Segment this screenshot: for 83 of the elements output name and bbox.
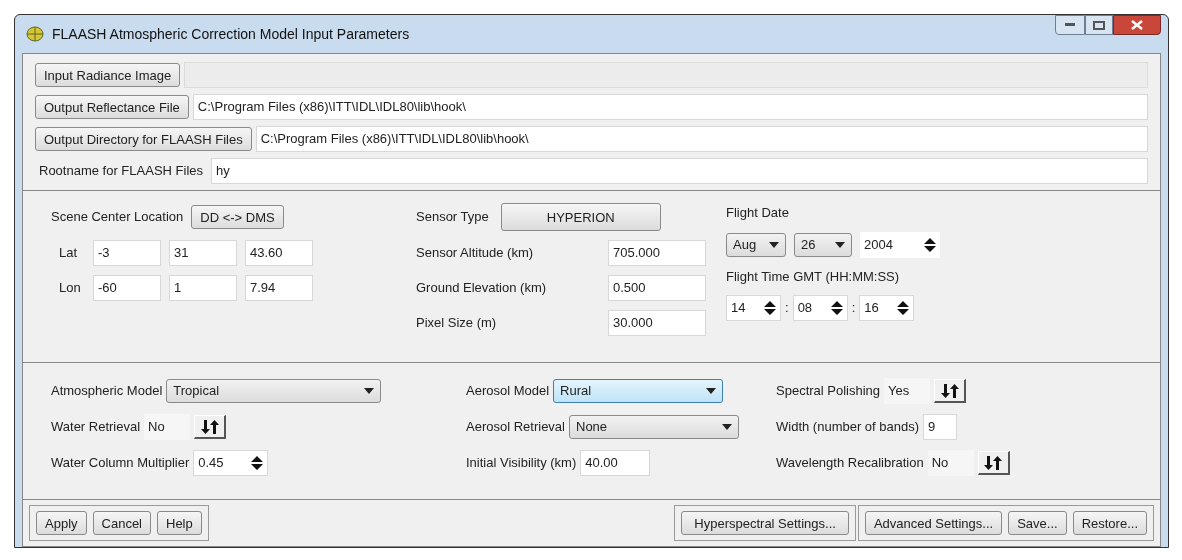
time-spinner[interactable]: 08 [792,295,848,321]
close-icon [1131,20,1143,30]
toggle-button[interactable] [977,451,1010,475]
action-button[interactable]: Cancel [92,511,151,535]
input-field[interactable]: 9 [923,414,958,440]
section-label: Flight Time GMT (HH:MM:SS) [726,267,901,286]
field-label: Pixel Size (m) [416,314,497,333]
field-label: Water Column Multiplier [51,454,190,473]
spinner-arrows-icon[interactable] [924,237,936,252]
minimize-button[interactable] [1055,15,1085,35]
coordinate-field[interactable]: 43.60 [245,240,313,266]
action-button[interactable]: Restore... [1072,511,1147,535]
year-spinner[interactable]: 2004 [860,231,940,258]
caret-icon [835,241,845,248]
input-field[interactable]: 40.00 [580,450,651,476]
field-label: Wavelength Recalibration [776,454,924,473]
field-label: Spectral Polishing [776,382,881,401]
field-label: Atmospheric Model [51,382,163,401]
field-label: Initial Visibility (km) [466,454,577,473]
format-toggle-button[interactable]: DD <-> DMS [191,205,284,229]
globe-icon [26,26,44,42]
caret-icon [769,241,779,248]
month-dropdown[interactable]: Aug [726,232,786,257]
field-label: Width (number of bands) [776,418,920,437]
time-separator: : [785,299,789,318]
path-field[interactable]: hy [211,158,1148,184]
dropdown[interactable]: Rural [553,379,724,403]
action-button[interactable]: Advanced Settings... [864,511,1003,535]
maximize-icon [1093,20,1105,30]
toggle-button[interactable] [194,415,227,439]
up-down-arrows-icon [200,419,219,434]
input-field[interactable]: 30.000 [608,310,706,336]
value-field: No [144,414,191,440]
field-label: Sensor Altitude (km) [416,244,534,263]
action-button[interactable]: Save... [1008,511,1067,535]
time-spinner[interactable]: 16 [859,295,915,321]
spinner-arrows-icon[interactable] [830,301,843,315]
minimize-icon [1065,23,1075,27]
sensor-type-button[interactable]: HYPERION [500,203,661,231]
maximize-button[interactable] [1085,15,1113,35]
file-button[interactable]: Output Reflectance File [35,95,189,119]
action-button[interactable]: Help [157,511,202,535]
time-separator: : [851,299,856,318]
window-title: FLAASH Atmospheric Correction Model Input Parameters [52,24,410,44]
up-down-arrows-icon [940,383,959,398]
path-field[interactable]: C:\Program Files (x86)\ITT\IDL\IDL80\lib\hook\ [192,94,1148,120]
value-field: No [927,450,974,476]
section-label: Flight Date [726,204,790,222]
caret-icon [364,388,375,394]
path-field[interactable]: C:\Program Files (x86)\ITT\IDL\IDL80\lib\hook\ [255,126,1148,152]
coordinate-label: Lon [59,279,82,298]
field-label: Water Retrieval [51,418,141,437]
spinner-arrows-icon[interactable] [251,456,264,470]
field-label: Sensor Type [416,208,489,227]
coordinate-field[interactable]: 31 [169,240,237,266]
field-label: Aerosol Retrieval [466,418,565,437]
caret-icon [722,424,732,430]
toggle-button[interactable] [934,379,967,403]
file-button[interactable]: Output Directory for FLAASH Files [35,127,252,151]
up-down-arrows-icon [984,455,1003,470]
spinner-arrows-icon[interactable] [764,301,776,315]
input-field[interactable]: 705.000 [608,240,706,266]
dropdown[interactable]: Tropical [166,379,382,403]
field-label: Ground Elevation (km) [416,279,547,298]
action-button[interactable]: Apply [36,511,87,535]
time-spinner[interactable]: 14 [726,295,781,321]
coordinate-label: Lat [59,244,79,263]
spinner-arrows-icon[interactable] [897,301,910,315]
spinner-field[interactable]: 0.45 [193,450,269,476]
coordinate-field[interactable]: -3 [93,240,161,266]
caret-icon [706,388,717,394]
section-label: Scene Center Location [51,208,184,227]
value-field: Yes [884,378,931,404]
field-label: Aerosol Model [466,382,550,401]
coordinate-field[interactable]: 7.94 [245,275,313,301]
dropdown[interactable]: None [569,415,739,439]
action-button[interactable]: Hyperspectral Settings... [681,511,849,535]
close-button[interactable] [1113,15,1161,35]
coordinate-field[interactable]: 1 [169,275,237,301]
day-dropdown[interactable]: 26 [794,232,852,257]
input-field[interactable]: 0.500 [608,275,706,301]
field-label: Rootname for FLAASH Files [38,162,204,181]
coordinate-field[interactable]: -60 [93,275,161,301]
